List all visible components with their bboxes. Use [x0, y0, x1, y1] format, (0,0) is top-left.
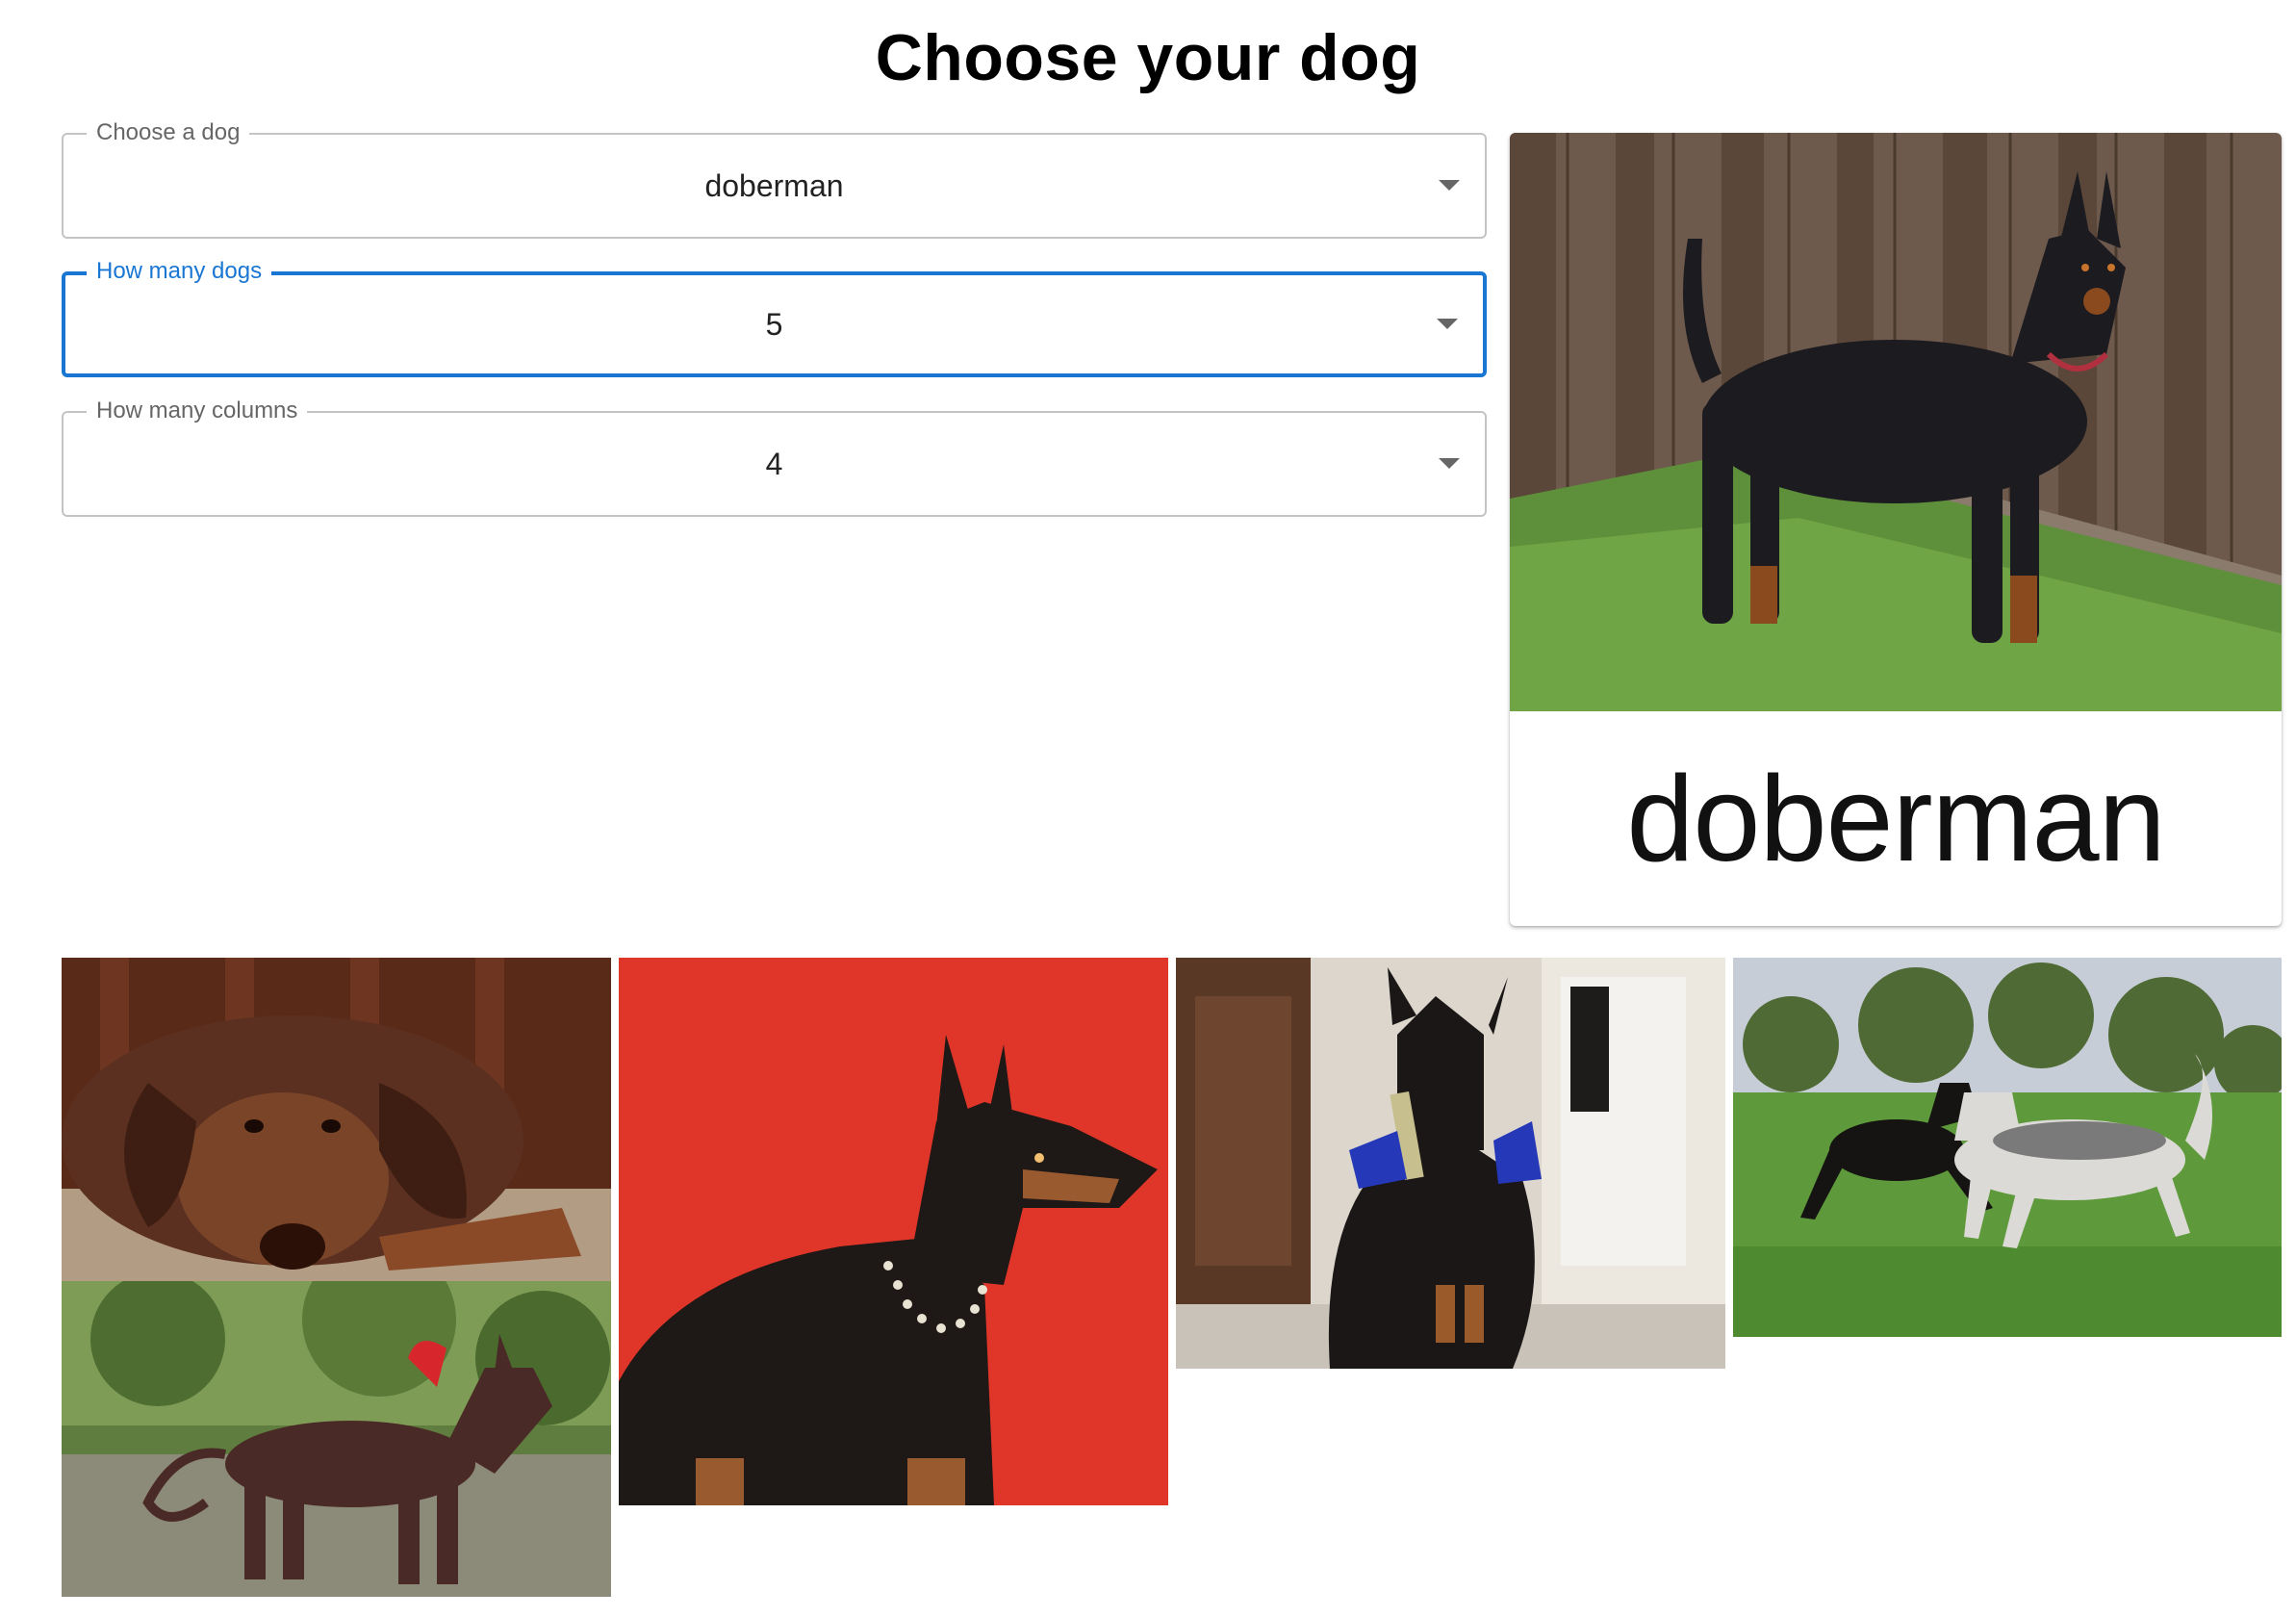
dog-count-select[interactable]: How many dogs 5 [62, 257, 1487, 377]
breed-select[interactable]: Choose a dog doberman [62, 118, 1487, 239]
chevron-down-icon[interactable] [1439, 180, 1460, 191]
breed-card-image [1510, 133, 2282, 711]
page-title: Choose your dog [875, 21, 1421, 94]
dog-image-1 [62, 958, 611, 1281]
dog-image-2 [619, 958, 1168, 1505]
chevron-down-icon[interactable] [1439, 458, 1460, 469]
columns-select-value: 4 [765, 446, 783, 481]
dog-image-3 [1176, 958, 1725, 1369]
breed-card: doberman [1510, 133, 2282, 926]
dog-image-5 [62, 1281, 611, 1597]
chevron-down-icon[interactable] [1437, 319, 1458, 329]
dog-image-4 [1733, 958, 2282, 1337]
dog-count-select-value: 5 [765, 306, 783, 342]
breed-card-caption: doberman [1626, 751, 2165, 886]
columns-select[interactable]: How many columns 4 [62, 397, 1487, 517]
breed-select-value: doberman [704, 167, 844, 203]
